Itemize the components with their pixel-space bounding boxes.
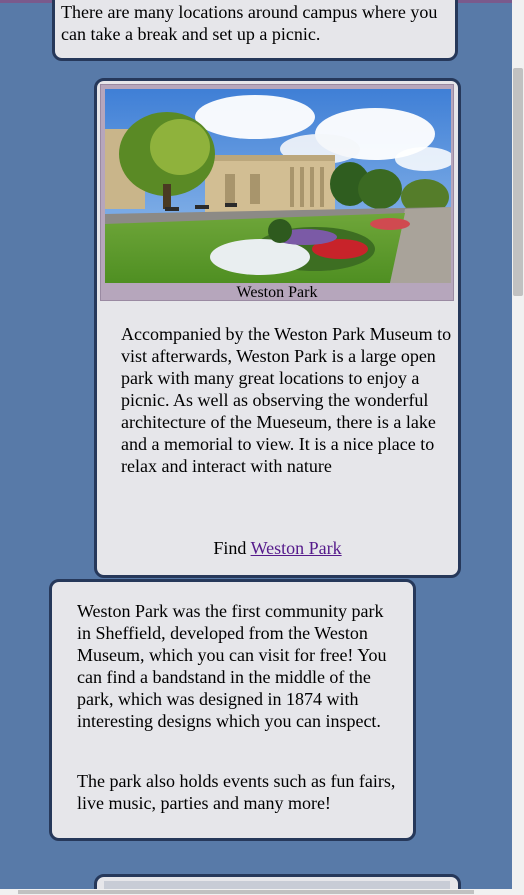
history-paragraph-2: The park also holds events such as fun f… (77, 771, 396, 813)
weston-park-photo (105, 89, 451, 283)
horizontal-scrollbar[interactable] (0, 889, 512, 895)
page-viewport: There are many locations around campus w… (0, 0, 524, 895)
vertical-scrollbar[interactable] (512, 0, 524, 895)
weston-park-card: Weston Park Accompanied by the Weston Pa… (94, 78, 461, 578)
weston-park-link[interactable]: Weston Park (251, 538, 342, 558)
horizontal-scroll-thumb[interactable] (18, 890, 474, 894)
intro-card: There are many locations around campus w… (52, 0, 458, 61)
intro-text: There are many locations around campus w… (61, 2, 438, 44)
history-paragraph-1: Weston Park was the first community park… (77, 601, 387, 731)
vertical-scroll-thumb[interactable] (513, 68, 523, 296)
weston-park-history-card: Weston Park was the first community park… (49, 579, 416, 841)
find-prefix: Find (213, 538, 247, 558)
find-weston-park: Find Weston Park (97, 537, 458, 559)
weston-park-figure: Weston Park (100, 84, 454, 301)
photo-caption: Weston Park (236, 284, 318, 301)
weston-park-description: Accompanied by the Weston Park Museum to… (121, 324, 452, 476)
